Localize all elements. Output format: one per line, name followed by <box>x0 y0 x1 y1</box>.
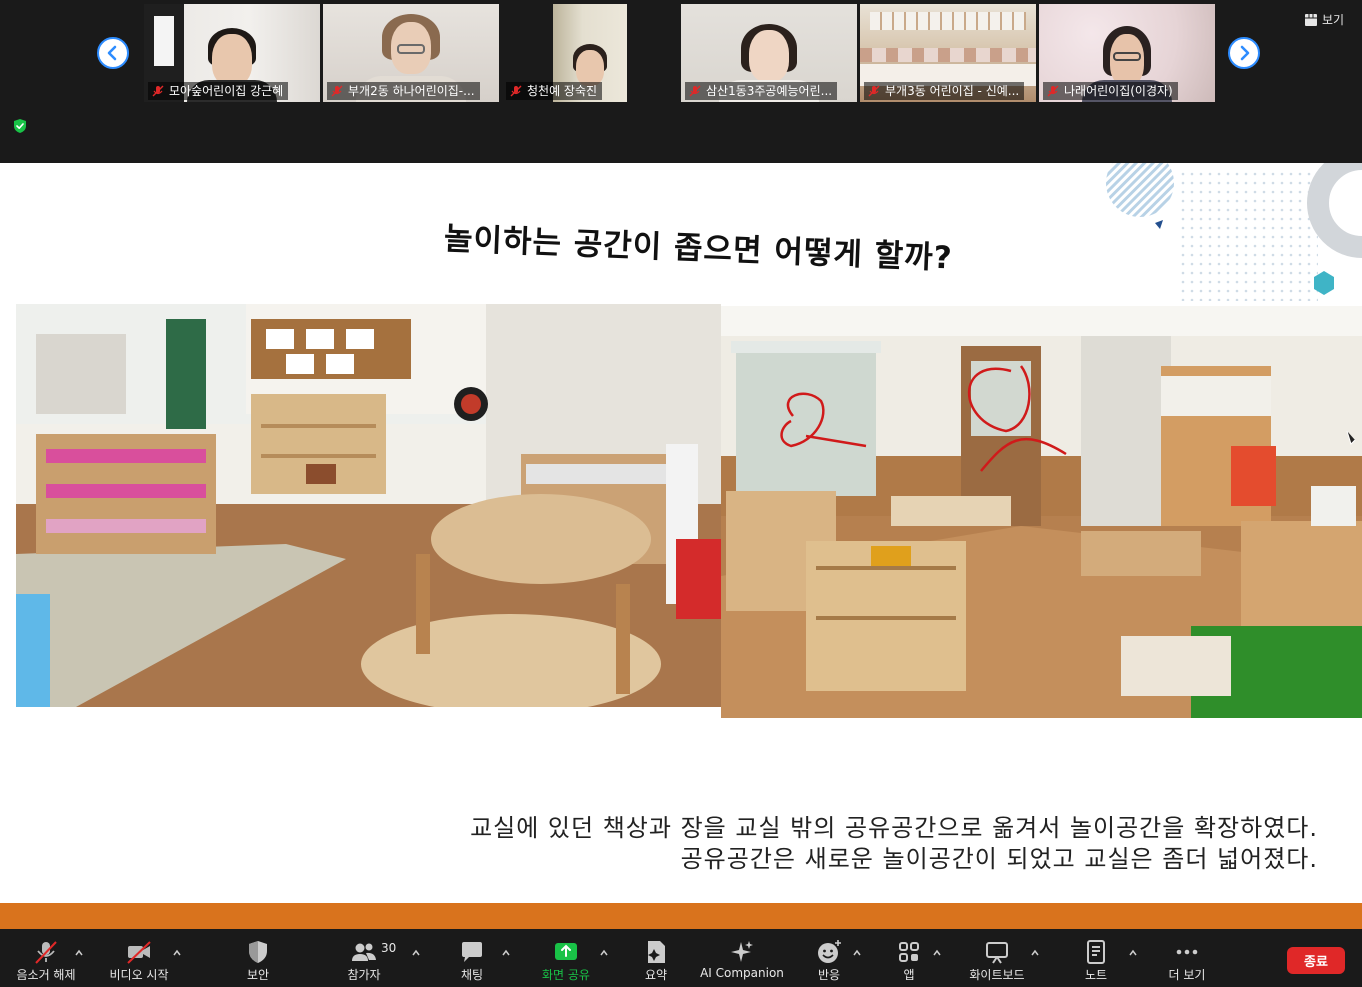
chevron-up-icon <box>933 949 941 956</box>
chevron-left-icon <box>107 45 117 61</box>
chevron-right-icon <box>1240 45 1250 61</box>
muted-mic-icon <box>1047 85 1059 97</box>
shared-space-photo-after <box>721 306 1362 718</box>
view-label: 보기 <box>1322 13 1345 27</box>
more-icon <box>1174 939 1200 965</box>
participant-name: 모아숲어린이집 강근혜 <box>169 84 284 98</box>
emoji-icon <box>816 939 842 965</box>
participant-count: 30 <box>381 941 397 955</box>
participant-name: 부개2동 하나어린이집-... <box>348 84 475 98</box>
chevron-up-icon <box>600 949 608 956</box>
grid-view-icon <box>1305 14 1317 26</box>
reactions-options-caret[interactable] <box>852 943 862 956</box>
ai-companion-button[interactable]: AI Companion <box>700 929 784 987</box>
glasses <box>397 44 425 54</box>
participant-name: 삼산1동3주공예능어린... <box>706 84 833 98</box>
end-meeting-button[interactable]: 종료 <box>1287 947 1345 974</box>
muted-mic-icon <box>331 85 343 97</box>
notes-options-caret[interactable] <box>1128 943 1138 956</box>
zoom-meeting-window: 모아숲어린이집 강근혜 부개2동 하나어린이집-... 청천예 장숙진 삼산1동… <box>0 0 1362 987</box>
participant-strip: 모아숲어린이집 강근혜 부개2동 하나어린이집-... 청천예 장숙진 삼산1동… <box>0 0 1362 163</box>
summary-button[interactable]: 요약 <box>632 929 680 987</box>
next-page-button[interactable] <box>1228 37 1260 69</box>
muted-mic-icon <box>689 85 701 97</box>
caption-line-2: 공유공간은 새로운 놀이공간이 되었고 교실은 좀더 넓어졌다. <box>680 845 1318 873</box>
whiteboard-icon <box>984 939 1010 965</box>
chevron-up-icon <box>173 949 181 956</box>
whiteboard-options-caret[interactable] <box>1030 943 1040 956</box>
slide-title: 놀이하는 공간이 좁으면 어떻게 할까? <box>443 220 954 277</box>
glasses <box>1113 52 1141 61</box>
muted-mic-icon <box>510 85 522 97</box>
chat-icon <box>459 939 485 965</box>
previous-page-button[interactable] <box>97 37 129 69</box>
whiteboard-button[interactable]: 화이트보드 <box>962 929 1032 987</box>
view-button[interactable]: 보기 <box>1297 10 1352 30</box>
muted-mic-icon <box>868 85 880 97</box>
start-video-button[interactable]: 비디오 시작 <box>104 929 174 987</box>
meeting-toolbar: 음소거 해제 비디오 시작 보안 30 참가자 채팅 화면 공유 요약 AI C… <box>0 929 1362 987</box>
chevron-up-icon <box>1129 949 1137 956</box>
chevron-up-icon <box>1031 949 1039 956</box>
participant-name: 청천예 장숙진 <box>527 84 598 98</box>
slide-footer-band <box>0 903 1362 929</box>
participants-options-caret[interactable] <box>411 943 421 956</box>
chevron-up-icon <box>502 949 510 956</box>
participant-face <box>749 30 789 82</box>
notes-button[interactable]: 노트 <box>1074 929 1118 987</box>
slide-caption: 교실에 있던 책상과 장을 교실 밖의 공유공간으로 옮겨서 놀이공간을 확장하… <box>470 813 1318 875</box>
unmute-button[interactable]: 음소거 해제 <box>10 929 82 987</box>
classroom-photo-before <box>16 304 721 707</box>
security-button[interactable]: 보안 <box>232 929 284 987</box>
participant-face <box>576 50 604 86</box>
apps-button[interactable]: 앱 <box>890 929 928 987</box>
muted-mic-icon <box>152 85 164 97</box>
encryption-shield-icon[interactable] <box>12 118 28 134</box>
share-options-caret[interactable] <box>599 943 609 956</box>
participant-name: 부개3동 어린이집 - 신예... <box>885 84 1020 98</box>
apps-options-caret[interactable] <box>932 943 942 956</box>
people-icon: 30 <box>351 939 396 965</box>
participants-button[interactable]: 30 참가자 <box>336 929 396 987</box>
participant-tile[interactable]: 부개3동 어린이집 - 신예... <box>860 4 1036 102</box>
shield-icon <box>245 939 271 965</box>
share-screen-icon <box>553 939 579 965</box>
video-options-caret[interactable] <box>172 943 182 956</box>
shared-screen-slide: 놀이하는 공간이 좁으면 어떻게 할까? 교실에 있던 책상과 장을 교실 밖의… <box>0 163 1362 903</box>
share-screen-button[interactable]: 화면 공유 <box>536 929 596 987</box>
summary-icon <box>643 939 669 965</box>
participant-name: 나래어린이집(이경자) <box>1064 84 1173 98</box>
participant-face <box>212 34 252 86</box>
chevron-up-icon <box>853 949 861 956</box>
participant-tile[interactable]: 삼산1동3주공예능어린... <box>681 4 857 102</box>
sparkle-icon <box>729 939 755 965</box>
chevron-up-icon <box>412 949 420 956</box>
notes-icon <box>1083 939 1109 965</box>
muted-mic-icon <box>33 939 59 965</box>
apps-icon <box>896 939 922 965</box>
participant-tile[interactable]: 부개2동 하나어린이집-... <box>323 4 499 102</box>
reactions-button[interactable]: 반응 <box>808 929 850 987</box>
slide-decoration <box>1106 163 1362 301</box>
chevron-up-icon <box>75 949 83 956</box>
participant-tile[interactable]: 청천예 장숙진 <box>502 4 678 102</box>
chat-button[interactable]: 채팅 <box>448 929 496 987</box>
audio-options-caret[interactable] <box>74 943 84 956</box>
more-button[interactable]: 더 보기 <box>1160 929 1214 987</box>
caption-line-1: 교실에 있던 책상과 장을 교실 밖의 공유공간으로 옮겨서 놀이공간을 확장하… <box>470 814 1318 842</box>
video-off-icon <box>126 939 152 965</box>
participant-tile[interactable]: 나래어린이집(이경자) <box>1039 4 1215 102</box>
chat-options-caret[interactable] <box>501 943 511 956</box>
participant-tile[interactable]: 모아숲어린이집 강근혜 <box>144 4 320 102</box>
